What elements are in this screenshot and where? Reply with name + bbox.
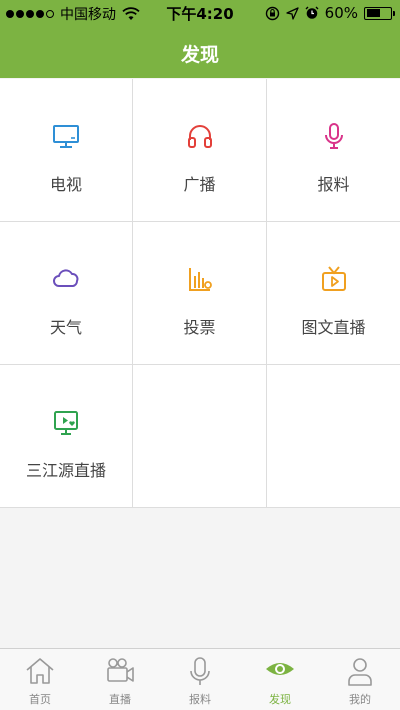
status-bar: 中国移动 下午4:20 60%	[0, 0, 400, 26]
headphones-icon	[187, 125, 212, 148]
home-icon	[26, 658, 54, 684]
tab-bar: 首页 直播 报料 发现 我的	[0, 648, 400, 710]
navigation-bar: 发现	[0, 26, 400, 78]
battery-icon	[364, 6, 395, 20]
page-title: 发现	[180, 44, 219, 66]
tab-label: 首页	[29, 693, 51, 706]
tab-home[interactable]: 首页	[0, 649, 80, 710]
grid-item-empty	[267, 365, 400, 508]
grid-item-tv[interactable]: 电视	[0, 79, 133, 222]
tab-label: 报料	[189, 693, 211, 706]
grid-item-sanjiangyuan-live[interactable]: 三江源直播	[0, 365, 133, 508]
rotation-lock-icon	[265, 6, 279, 20]
cloud-icon	[53, 269, 79, 287]
alarm-clock-icon	[305, 6, 319, 19]
eye-icon	[266, 663, 294, 675]
feature-grid: 电视 广播 报料 天气 投票 图文直播 三江源直播	[0, 79, 400, 508]
grid-item-report[interactable]: 报料	[267, 79, 400, 222]
grid-item-label: 图文直播	[301, 318, 366, 337]
grid-item-photo-live[interactable]: 图文直播	[267, 222, 400, 365]
grid-item-weather[interactable]: 天气	[0, 222, 133, 365]
grid-item-radio[interactable]: 广播	[133, 79, 267, 222]
user-icon	[348, 658, 372, 686]
microphone-icon	[190, 657, 210, 685]
grid-item-label: 三江源直播	[25, 461, 106, 480]
tab-discover[interactable]: 发现	[240, 649, 320, 710]
microphone-icon	[324, 123, 343, 149]
live-tv-icon	[321, 266, 346, 291]
location-arrow-icon	[286, 6, 299, 20]
grid-item-label: 报料	[317, 175, 350, 194]
tab-report[interactable]: 报料	[160, 649, 240, 710]
tab-label: 我的	[349, 693, 371, 706]
tab-label: 发现	[269, 693, 291, 706]
grid-item-label: 电视	[49, 175, 82, 194]
live-monitor-heart-icon	[54, 411, 78, 435]
video-camera-icon	[107, 658, 134, 682]
tab-label: 直播	[109, 693, 131, 706]
tab-mine[interactable]: 我的	[320, 649, 400, 710]
tab-live[interactable]: 直播	[80, 649, 160, 710]
grid-item-label: 天气	[49, 318, 82, 337]
tv-icon	[53, 125, 79, 148]
battery-percentage: 60%	[324, 4, 358, 22]
grid-item-vote[interactable]: 投票	[133, 222, 267, 365]
grid-item-empty	[133, 365, 267, 508]
poll-chart-icon	[188, 268, 212, 291]
grid-item-label: 广播	[183, 175, 216, 194]
grid-item-label: 投票	[183, 318, 216, 337]
